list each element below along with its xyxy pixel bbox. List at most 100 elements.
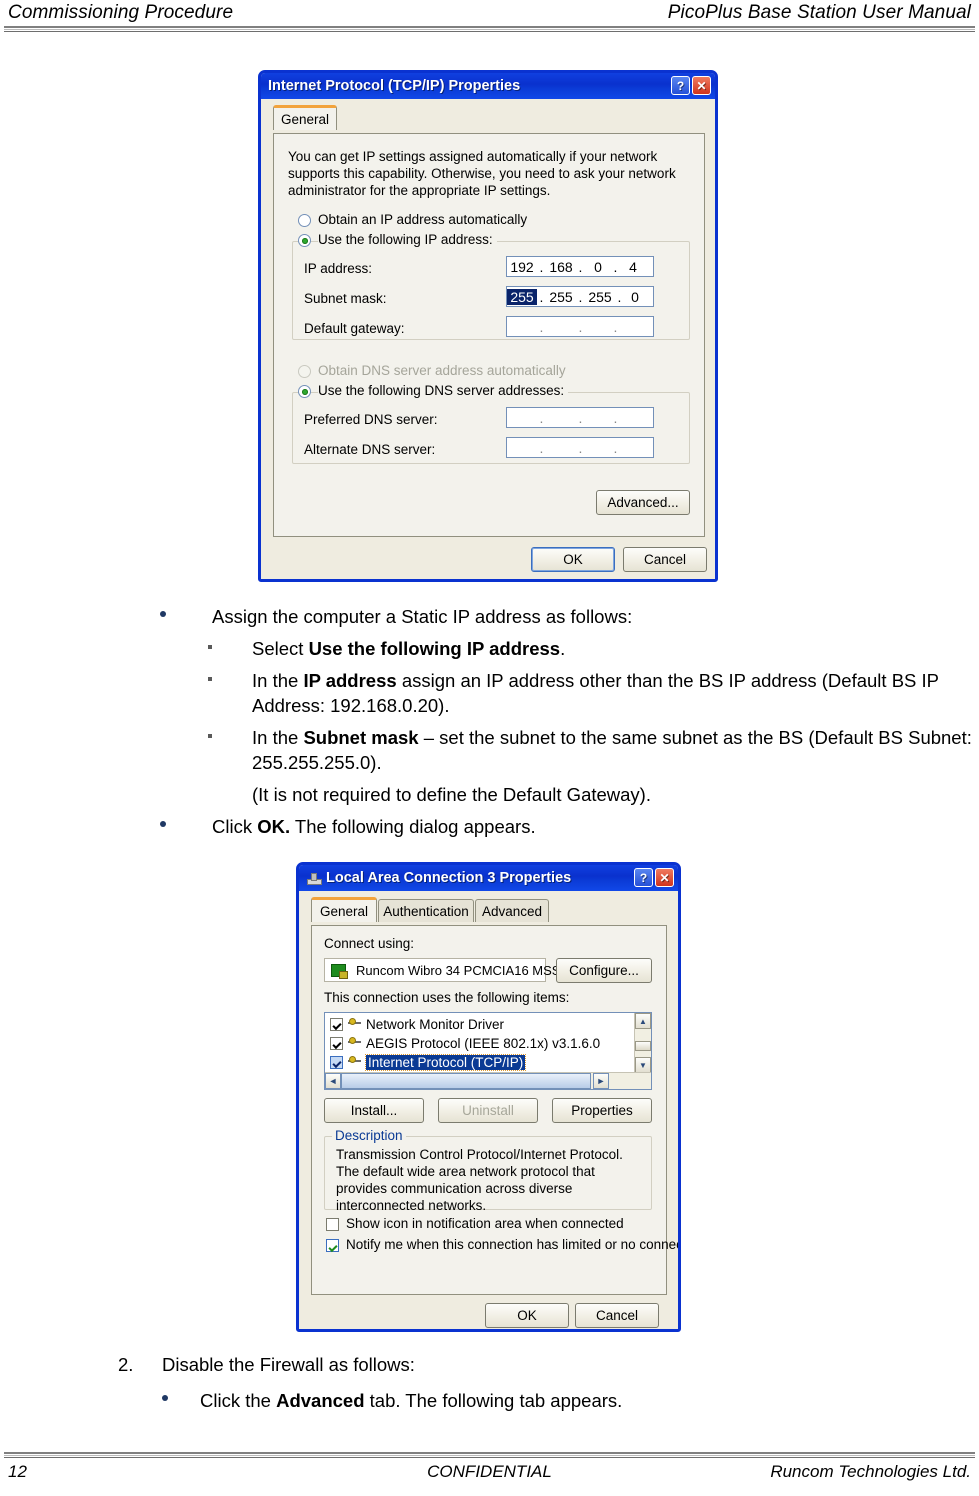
bullet-item-click-ok: Click OK. The following dialog appears. — [160, 814, 979, 839]
note-default-gateway: (It is not required to define the Defaul… — [160, 782, 979, 807]
checkbox-icon[interactable] — [330, 1056, 343, 1069]
bullet-text-click-ok: Click OK. The following dialog appears. — [212, 816, 536, 837]
vertical-scrollbar[interactable]: ▲ ▼ — [634, 1013, 651, 1073]
description-legend: Description — [332, 1128, 406, 1143]
ip-octet-4[interactable]: 4 — [620, 259, 646, 275]
sub-bullet-icon — [208, 734, 212, 738]
configure-button[interactable]: Configure... — [556, 958, 652, 983]
tab-strip[interactable]: General — [261, 105, 715, 130]
default-gateway-label: Default gateway: — [304, 321, 405, 336]
uninstall-button: Uninstall — [438, 1098, 538, 1123]
subnet-octet-1[interactable]: 255 — [507, 288, 537, 305]
general-tab-panel: Connect using: Runcom Wibro 34 PCMCIA16 … — [311, 925, 678, 1295]
ok-button[interactable]: OK — [485, 1303, 569, 1328]
dialog-title-bar[interactable]: Internet Protocol (TCP/IP) Properties ? … — [261, 73, 715, 99]
checkbox-notify-label: Notify me when this connection has limit… — [346, 1237, 681, 1252]
sub-bullet-subnet-mask: In the Subnet mask – set the subnet to t… — [160, 725, 979, 775]
list-item[interactable]: Network Monitor Driver — [325, 1015, 651, 1034]
adapter-field[interactable]: Runcom Wibro 34 PCMCIA16 MSS — [324, 958, 560, 982]
advanced-button[interactable]: Advanced... — [596, 490, 690, 515]
radio-obtain-dns-automatically[interactable] — [298, 365, 311, 378]
sub-bullet-select-option: Select Use the following IP address. — [160, 636, 979, 661]
header-right-text: PicoPlus Base Station User Manual — [667, 2, 971, 23]
alternate-dns-label: Alternate DNS server: — [304, 442, 436, 457]
dialog-title-bar[interactable]: Local Area Connection 3 Properties ? ✕ — [299, 865, 678, 891]
sub-bullet-text-select: Select Use the following IP address. — [252, 638, 566, 659]
subnet-octet-4[interactable]: 0 — [624, 289, 646, 305]
help-icon[interactable]: ? — [634, 868, 653, 887]
header-left-text: Commissioning Procedure — [8, 2, 234, 23]
radio-obtain-dns-automatically-label: Obtain DNS server address automatically — [318, 363, 566, 378]
radio-use-following-dns[interactable] — [298, 385, 311, 398]
protocol-icon — [348, 1037, 363, 1050]
subnet-mask-input[interactable]: 255 . 255 . 255 . 0 — [506, 286, 654, 307]
sub-bullet-ip-address: In the IP address assign an IP address o… — [160, 668, 979, 718]
bullet-text-assign-static-ip: Assign the computer a Static IP address … — [212, 606, 633, 627]
preferred-dns-label: Preferred DNS server: — [304, 412, 438, 427]
header-rule — [4, 26, 975, 32]
default-gateway-input[interactable]: . . . — [506, 316, 654, 337]
checkbox-notify[interactable] — [326, 1239, 339, 1252]
local-area-connection-properties-dialog[interactable]: Local Area Connection 3 Properties ? ✕ G… — [296, 862, 681, 1332]
tab-general[interactable]: General — [311, 897, 377, 922]
general-tab-panel: You can get IP settings assigned automat… — [273, 133, 705, 537]
scroll-up-icon[interactable]: ▲ — [635, 1013, 651, 1029]
alternate-dns-input[interactable]: . . . — [506, 437, 654, 458]
radio-use-following-ip[interactable] — [298, 234, 311, 247]
tab-general[interactable]: General — [273, 105, 337, 130]
ip-dot: . — [578, 258, 583, 275]
tab-advanced[interactable]: Advanced — [475, 899, 549, 922]
ip-octet-1[interactable]: 192 — [507, 259, 537, 275]
description-text: Transmission Control Protocol/Internet P… — [336, 1147, 623, 1213]
bullet-icon — [160, 611, 166, 617]
bullet-item-click-advanced: Click the Advanced tab. The following ta… — [118, 1388, 958, 1415]
tab-strip[interactable]: General Authentication Advanced — [299, 897, 678, 922]
close-icon[interactable]: ✕ — [655, 868, 674, 887]
components-listbox[interactable]: Network Monitor Driver AEGIS Protocol (I… — [324, 1012, 652, 1090]
internet-protocol-properties-dialog[interactable]: Internet Protocol (TCP/IP) Properties ? … — [258, 70, 718, 582]
subnet-octet-2[interactable]: 255 — [546, 289, 576, 305]
scroll-down-icon[interactable]: ▼ — [635, 1057, 651, 1073]
dialog-title-text: Local Area Connection 3 Properties — [326, 870, 572, 886]
ip-dot: . — [578, 288, 583, 305]
ok-button[interactable]: OK — [531, 547, 615, 572]
scroll-left-icon[interactable]: ◄ — [325, 1073, 341, 1089]
list-item[interactable]: AEGIS Protocol (IEEE 802.1x) v3.1.6.0 — [325, 1034, 651, 1053]
checkbox-show-icon[interactable] — [326, 1218, 339, 1231]
properties-button[interactable]: Properties — [552, 1098, 652, 1123]
ip-octet-3[interactable]: 0 — [585, 259, 611, 275]
protocol-icon — [348, 1018, 363, 1031]
intro-text: You can get IP settings assigned automat… — [288, 149, 676, 198]
ip-dot: . — [617, 288, 622, 305]
step2-block: 2. Disable the Firewall as follows: Clic… — [118, 1352, 958, 1415]
subnet-octet-3[interactable]: 255 — [585, 289, 615, 305]
step-text: Disable the Firewall as follows: — [162, 1354, 415, 1375]
help-icon[interactable]: ? — [671, 76, 690, 95]
ip-octet-2[interactable]: 168 — [546, 259, 576, 275]
list-item-label: Network Monitor Driver — [366, 1017, 505, 1032]
protocol-icon — [348, 1056, 363, 1069]
checkbox-icon[interactable] — [330, 1018, 343, 1031]
scroll-thumb[interactable] — [635, 1041, 651, 1051]
ip-address-input[interactable]: 192 . 168 . 0 . 4 — [506, 256, 654, 277]
dialog-title-text: Internet Protocol (TCP/IP) Properties — [268, 78, 521, 94]
numbered-item-disable-firewall: 2. Disable the Firewall as follows: — [118, 1352, 958, 1379]
network-adapter-icon — [331, 963, 348, 979]
scroll-right-icon[interactable]: ► — [593, 1073, 609, 1089]
hscroll-thumb[interactable] — [341, 1073, 591, 1089]
bullet-icon — [160, 821, 166, 827]
horizontal-scrollbar[interactable]: ◄ ► — [325, 1072, 651, 1089]
close-icon[interactable]: ✕ — [692, 76, 711, 95]
tab-authentication[interactable]: Authentication — [378, 899, 474, 922]
radio-obtain-ip-automatically[interactable] — [298, 214, 311, 227]
preferred-dns-input[interactable]: . . . — [506, 407, 654, 428]
install-button[interactable]: Install... — [324, 1098, 424, 1123]
list-item-label: Internet Protocol (TCP/IP) — [364, 1054, 527, 1071]
checkbox-icon[interactable] — [330, 1037, 343, 1050]
bullet-icon — [162, 1395, 168, 1401]
cancel-button[interactable]: Cancel — [623, 547, 707, 572]
list-item[interactable]: Internet Protocol (TCP/IP) — [325, 1053, 651, 1072]
radio-use-following-dns-label: Use the following DNS server addresses: — [318, 383, 569, 398]
radio-obtain-ip-automatically-label: Obtain an IP address automatically — [318, 212, 528, 227]
cancel-button[interactable]: Cancel — [575, 1303, 659, 1328]
